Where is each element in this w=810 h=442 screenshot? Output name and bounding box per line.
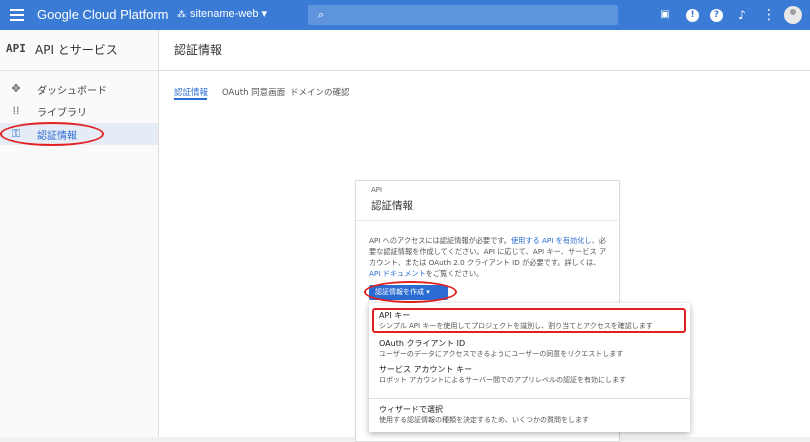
api-badge: API — [6, 42, 26, 55]
menu-item-service-account-key[interactable]: サービス アカウント キー ロボット アカウントによるサーバー間でのアプリレベル… — [369, 364, 690, 386]
card-text: API へのアクセスには認証情報が必要です。 — [369, 236, 511, 245]
menu-item-title: ウィザードで選択 — [379, 405, 443, 414]
menu-item-title: サービス アカウント キー — [379, 365, 473, 374]
sidebar-title: API とサービス — [35, 43, 118, 57]
tab-indicator — [174, 98, 207, 100]
notifications-icon[interactable]: ♪ — [733, 6, 751, 24]
card-description: API へのアクセスには認証情報が必要です。使用する API を有効化し、必要な… — [369, 235, 607, 279]
api-docs-link[interactable]: API ドキュメント — [369, 269, 426, 278]
brand-title[interactable]: Google Cloud Platform — [37, 7, 169, 22]
menu-item-oauth-client[interactable]: OAuth クライアント ID ユーザーのデータにアクセスできるようにユーザーの… — [369, 338, 690, 360]
search-icon: ⌕ — [318, 8, 325, 21]
more-vert-icon[interactable]: ⋮ — [760, 6, 778, 24]
menu-item-desc: ユーザーのデータにアクセスできるようにユーザーの同意をリクエストします — [379, 350, 624, 358]
card-divider — [356, 220, 618, 221]
menu-item-desc: ロボット アカウントによるサーバー間でのアプリレベルの認証を有効にします — [379, 376, 626, 384]
sidebar-item-label: ダッシュボード — [37, 86, 107, 97]
account-icon[interactable] — [784, 6, 802, 24]
page-title: 認証情報 — [174, 43, 223, 57]
project-selector[interactable]: ⁂ sitename-web ▾ — [177, 7, 267, 20]
sidebar-item-label: ライブラリ — [37, 108, 87, 119]
chevron-down-icon: ▾ — [258, 8, 268, 20]
sidebar-item-dashboard[interactable]: ✥ ダッシュボード — [0, 78, 158, 100]
highlight-box — [372, 308, 686, 333]
help-icon[interactable]: ? — [710, 9, 723, 22]
menu-item-title: OAuth クライアント ID — [379, 339, 466, 348]
menu-item-wizard[interactable]: ウィザードで選択 使用する認証情報の種類を決定するため、いくつかの質問をします — [369, 404, 690, 426]
enable-api-link[interactable]: 使用する API を有効化し — [511, 236, 592, 245]
library-icon: ⁞⁞ — [12, 104, 20, 117]
card-title: 認証情報 — [371, 200, 413, 212]
menu-item-desc: 使用する認証情報の種類を決定するため、いくつかの質問をします — [379, 416, 589, 424]
card-subtitle: API — [371, 186, 383, 194]
tab-oauth-consent[interactable]: OAuth 同意画面 — [222, 86, 285, 98]
search-input[interactable]: ⌕ — [308, 5, 618, 25]
dashboard-icon: ✥ — [11, 82, 21, 95]
sidebar-item-library[interactable]: ⁞⁞ ライブラリ — [0, 100, 158, 122]
card-text: をご覧ください。 — [425, 269, 484, 278]
alert-icon[interactable]: ! — [686, 9, 699, 22]
highlight-ellipse — [364, 281, 457, 303]
menu-divider — [369, 398, 690, 399]
cloud-shell-icon[interactable]: ▣ — [656, 6, 674, 24]
page-header — [159, 30, 810, 71]
project-dots-icon: ⁂ — [177, 9, 186, 19]
highlight-ellipse — [0, 122, 104, 146]
tab-domain-verification[interactable]: ドメインの確認 — [290, 86, 350, 98]
project-name: sitename-web — [190, 8, 259, 20]
tab-credentials[interactable]: 認証情報 — [174, 86, 208, 98]
menu-icon[interactable] — [10, 9, 24, 21]
